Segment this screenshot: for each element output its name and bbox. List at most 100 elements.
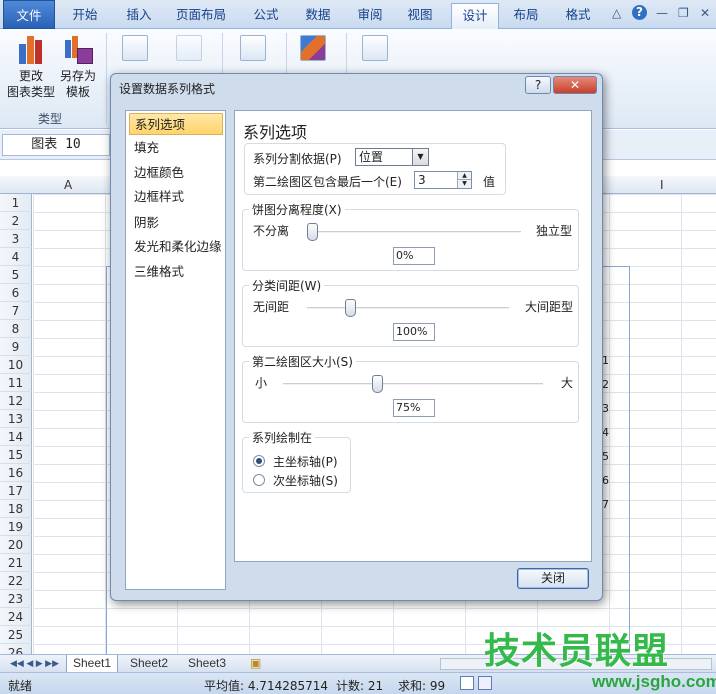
change-chart-type-button[interactable]: 更改 图表类型	[4, 34, 58, 100]
row-header[interactable]: 10	[0, 356, 32, 374]
normal-view-icon[interactable]	[460, 676, 474, 690]
row-header[interactable]: 4	[0, 248, 32, 266]
tab-data[interactable]: 数据	[296, 3, 340, 29]
tab-page-layout[interactable]: 页面布局	[170, 3, 232, 29]
dialog-nav-list: 系列选项 填充 边框颜色 边框样式 阴影 发光和柔化边缘 三维格式	[125, 110, 226, 590]
chart-data-label: 6	[602, 474, 609, 487]
row-header[interactable]: 2	[0, 212, 32, 230]
explosion-slider-track[interactable]	[309, 231, 521, 233]
spin-up-icon[interactable]: ▲	[457, 172, 471, 180]
split-by-label: 系列分割依据(P)	[253, 152, 342, 166]
row-header[interactable]: 11	[0, 374, 32, 392]
row-header[interactable]: 6	[0, 284, 32, 302]
minimize-window-icon[interactable]: —	[656, 6, 668, 20]
ribbon-tab-bar: 文件 开始 插入 页面布局 公式 数据 审阅 视图 设计 布局 格式 △ ? —…	[0, 0, 716, 29]
status-sum: 求和: 99	[398, 679, 446, 693]
row-header[interactable]: 19	[0, 518, 32, 536]
tab-review[interactable]: 审阅	[348, 3, 392, 29]
last-values-spinner[interactable]: 3 ▲ ▼	[414, 171, 472, 189]
row-header[interactable]: 22	[0, 572, 32, 590]
row-header[interactable]: 25	[0, 626, 32, 644]
split-by-select[interactable]: 位置 ▼	[355, 148, 429, 166]
group-label-type: 类型	[38, 112, 63, 126]
chart-styles-icon[interactable]	[300, 35, 326, 61]
second-plot-size-value[interactable]: 75%	[393, 399, 435, 417]
row-header[interactable]: 16	[0, 464, 32, 482]
tab-design[interactable]: 设计	[451, 3, 499, 29]
tab-file[interactable]: 文件	[3, 0, 55, 29]
switch-row-column-icon[interactable]	[122, 35, 148, 61]
sheet-nav-arrows-icon[interactable]: ◀◀ ◀ ▶ ▶▶	[4, 655, 65, 673]
dialog-title: 设置数据系列格式	[119, 82, 216, 96]
insert-sheet-icon[interactable]: ▣	[244, 655, 267, 673]
nav-shadow[interactable]: 阴影	[129, 212, 223, 234]
select-data-icon[interactable]	[176, 35, 202, 61]
nav-series-options[interactable]: 系列选项	[129, 113, 223, 135]
column-header-a[interactable]: A	[64, 178, 72, 192]
dialog-help-button[interactable]: ?	[525, 76, 551, 94]
chart-data-label: 1	[602, 354, 609, 367]
spin-down-icon[interactable]: ▼	[457, 180, 471, 188]
move-chart-icon[interactable]	[362, 35, 388, 61]
restore-window-icon[interactable]: ❐	[678, 6, 689, 20]
nav-3d-format[interactable]: 三维格式	[129, 261, 223, 283]
tab-insert[interactable]: 插入	[116, 3, 162, 29]
tab-layout[interactable]: 布局	[504, 3, 548, 29]
primary-axis-label[interactable]: 主坐标轴(P)	[273, 453, 338, 470]
chart-layout-icon[interactable]	[240, 35, 266, 61]
row-header[interactable]: 20	[0, 536, 32, 554]
row-header[interactable]: 24	[0, 608, 32, 626]
row-header[interactable]: 15	[0, 446, 32, 464]
secondary-axis-radio[interactable]	[253, 474, 265, 486]
name-box[interactable]: 图表 10	[2, 134, 110, 156]
row-header[interactable]: 1	[0, 194, 32, 212]
explosion-max-label: 独立型	[536, 224, 573, 238]
sheet-tab-1[interactable]: Sheet1	[66, 655, 119, 673]
save-as-template-button[interactable]: 另存为 模板	[56, 34, 100, 100]
second-plot-size-slider-track[interactable]	[283, 383, 543, 385]
row-header[interactable]: 21	[0, 554, 32, 572]
secondary-axis-label[interactable]: 次坐标轴(S)	[273, 472, 338, 489]
last-values-value: 3	[418, 173, 426, 187]
explosion-slider-thumb[interactable]	[307, 223, 318, 241]
tab-format[interactable]: 格式	[556, 3, 600, 29]
tab-view[interactable]: 视图	[398, 3, 442, 29]
column-header-i[interactable]: I	[660, 178, 664, 192]
tab-home[interactable]: 开始	[62, 3, 108, 29]
close-window-icon[interactable]: ✕	[700, 6, 710, 20]
row-header[interactable]: 5	[0, 266, 32, 284]
nav-border-color[interactable]: 边框颜色	[129, 162, 223, 184]
help-icon[interactable]: ?	[632, 5, 647, 20]
tab-formulas[interactable]: 公式	[244, 3, 288, 29]
second-plot-size-slider-thumb[interactable]	[372, 375, 383, 393]
nav-fill[interactable]: 填充	[129, 137, 223, 159]
sheet-tab-3[interactable]: Sheet3	[182, 655, 232, 673]
close-button[interactable]: 关闭	[517, 568, 589, 589]
sheet-tab-2[interactable]: Sheet2	[124, 655, 174, 673]
gap-width-slider-thumb[interactable]	[345, 299, 356, 317]
plot-series-on-title: 系列绘制在	[249, 429, 316, 446]
row-header[interactable]: 12	[0, 392, 32, 410]
chevron-down-icon[interactable]: ▼	[412, 149, 428, 165]
row-header[interactable]: 14	[0, 428, 32, 446]
row-header[interactable]: 13	[0, 410, 32, 428]
dialog-close-icon[interactable]: ✕	[553, 76, 597, 94]
nav-border-style[interactable]: 边框样式	[129, 186, 223, 208]
page-layout-view-icon[interactable]	[478, 676, 492, 690]
row-header[interactable]: 9	[0, 338, 32, 356]
row-header[interactable]: 7	[0, 302, 32, 320]
row-header[interactable]: 17	[0, 482, 32, 500]
gap-width-value[interactable]: 100%	[393, 323, 435, 341]
primary-axis-radio[interactable]	[253, 455, 265, 467]
split-settings-group: 系列分割依据(P) 位置 ▼ 第二绘图区包含最后一个(E) 3 ▲ ▼ 值	[244, 143, 506, 195]
save-as-template-label-2: 模板	[65, 85, 90, 99]
row-header[interactable]: 8	[0, 320, 32, 338]
nav-glow-soft-edges[interactable]: 发光和柔化边缘	[129, 236, 223, 258]
row-header[interactable]: 3	[0, 230, 32, 248]
chart-data-label: 4	[602, 426, 609, 439]
explosion-value[interactable]: 0%	[393, 247, 435, 265]
gap-width-slider-track[interactable]	[307, 307, 509, 309]
minimize-ribbon-icon[interactable]: △	[612, 6, 621, 20]
row-header[interactable]: 18	[0, 500, 32, 518]
row-header[interactable]: 23	[0, 590, 32, 608]
